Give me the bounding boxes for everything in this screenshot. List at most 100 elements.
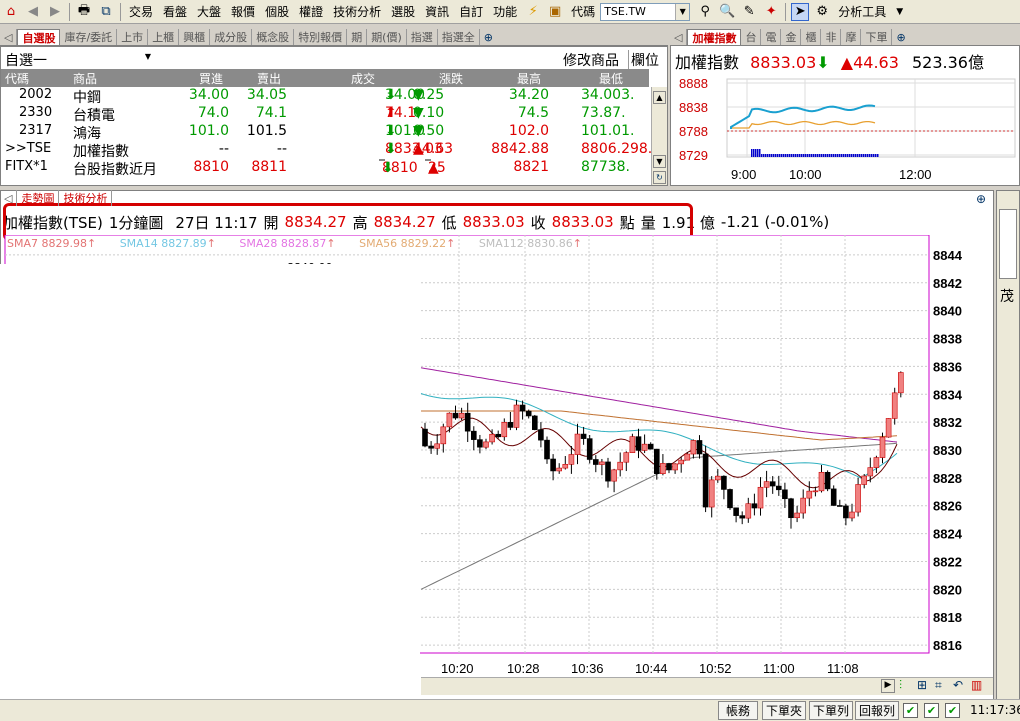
home-icon[interactable]: ⌂ (2, 3, 20, 21)
tab-trend[interactable]: 走勢圖 (17, 190, 60, 206)
col-last[interactable]: 成交 (351, 70, 375, 87)
menu-warrant[interactable]: 權證 (294, 3, 328, 20)
tab-otc[interactable]: 上櫃 (148, 29, 180, 45)
menu-info[interactable]: 資訊 (420, 3, 454, 20)
volume-bar (865, 154, 867, 157)
tab-concepts[interactable]: 概念股 (252, 29, 295, 45)
popup-icon[interactable]: ⧉ (97, 3, 115, 21)
tools-icon[interactable]: ✎ (740, 3, 758, 21)
table-row[interactable]: FITX*1 台股指數近月 8810 8811 8810 ⬇ ▲ 25 8821 87738. (1, 159, 649, 178)
chevron-down-icon[interactable]: ▼ (145, 52, 151, 61)
edit-items-button[interactable]: 修改商品 (563, 50, 619, 70)
tab-special-quote[interactable]: 特別報價 (294, 29, 348, 45)
volume-bar (791, 154, 793, 157)
chart-type-icon[interactable]: ⫶ (899, 678, 902, 693)
analysis-tools-button[interactable]: 分析工具 (833, 3, 891, 20)
print-icon[interactable]: 🖶 (75, 3, 93, 21)
check-icon[interactable]: ✔ (903, 703, 918, 718)
flash-icon[interactable]: ⚡ (524, 3, 542, 21)
tab-futures-price[interactable]: 期(價) (367, 29, 407, 45)
menu-function[interactable]: 功能 (488, 3, 522, 20)
col-low[interactable]: 最低 (599, 70, 623, 87)
chevron-down-icon[interactable]: ▼ (675, 3, 690, 20)
tab-nav-left-icon[interactable]: ◁ (0, 29, 18, 45)
refresh-icon[interactable]: ↻ (653, 171, 666, 184)
candle-down (751, 503, 758, 509)
tab-tai[interactable]: 台 (741, 29, 762, 45)
forward-icon[interactable]: ▶ (46, 3, 64, 21)
tab-emerging[interactable]: 興櫃 (179, 29, 211, 45)
zoom-icon[interactable]: ⊕ (892, 29, 909, 45)
menu-stock[interactable]: 個股 (260, 3, 294, 20)
table-row[interactable]: >>TSE 加權指數 -- -- 8833.03 ⬇ ▲ 44.63 8842.88 8806.… (1, 141, 652, 160)
candle-up (489, 433, 495, 443)
tab-electronics[interactable]: 電 (761, 29, 782, 45)
tab-futures[interactable]: 期 (347, 29, 368, 45)
scroll-right-icon[interactable]: ▶ (881, 679, 895, 693)
side-scroll-top[interactable] (999, 209, 1017, 279)
volume-bar (777, 154, 779, 157)
col-ask[interactable]: 賣出 (257, 70, 281, 87)
binoculars-icon[interactable]: ⚲ (696, 3, 714, 21)
menu-custom[interactable]: 自訂 (454, 3, 488, 20)
scroll-up-icon[interactable]: ▲ (653, 91, 666, 104)
chevron-down-icon[interactable]: ▼ (891, 7, 908, 17)
col-code[interactable]: 代碼 (5, 70, 29, 87)
tab-technical[interactable]: 技術分析 (59, 190, 113, 206)
intraday-chart[interactable]: 8888 8838 8788 8729 9:00 10:00 12:00 (671, 73, 1019, 185)
table-row[interactable]: 2317 鴻海 101.0 101.5 101.0 ⬇ ▼ 0.50 102.0 101.01. (1, 123, 649, 142)
search-icon[interactable]: 🔍 (718, 3, 736, 21)
col-bid[interactable]: 買進 (199, 70, 223, 87)
watchlist-scrollbar[interactable]: ▲ ▼ ↻ (651, 87, 667, 185)
symbol-input[interactable]: TSE.TW ▼ (600, 2, 691, 21)
check-icon[interactable]: ✔ (945, 703, 960, 718)
menu-watch[interactable]: 看盤 (158, 3, 192, 20)
tab-index-options-all[interactable]: 指選全 (438, 29, 480, 45)
undo-icon[interactable]: ↶ (953, 678, 963, 692)
zoom-in-icon[interactable]: ⊞ (917, 678, 927, 692)
check-icon[interactable]: ✔ (924, 703, 939, 718)
menu-screener[interactable]: 選股 (386, 3, 420, 20)
menu-trade[interactable]: 交易 (124, 3, 158, 20)
alert-icon[interactable]: ✦ (762, 3, 780, 21)
tab-inventory[interactable]: 庫存/委託 (60, 29, 118, 45)
columns-button[interactable]: 欄位 (628, 50, 659, 70)
zoom-icon[interactable]: ⊕ (976, 192, 986, 206)
order-bar-button[interactable]: 下單列 (809, 701, 853, 720)
report-bar-button[interactable]: 回報列 (855, 701, 899, 720)
candle-up (672, 463, 678, 471)
tab-listed[interactable]: 上市 (117, 29, 149, 45)
col-high[interactable]: 最高 (517, 70, 541, 87)
note-icon[interactable]: ▣ (546, 3, 564, 21)
indicator-icon[interactable]: ▥ (971, 678, 982, 692)
account-button[interactable]: 帳務 (718, 701, 758, 720)
tab-index-options[interactable]: 指選 (407, 29, 438, 45)
volume-bar (761, 154, 763, 157)
tab-taiex[interactable]: 加權指數 (687, 29, 742, 45)
crosshair-icon[interactable]: ⌗ (935, 678, 942, 693)
tab-non-finance[interactable]: 非 (821, 29, 842, 45)
tab-order[interactable]: 下單 (861, 29, 893, 45)
zoom-icon[interactable]: ⊕ (480, 29, 497, 45)
scroll-down-icon[interactable]: ▼ (653, 155, 666, 168)
tab-components[interactable]: 成分股 (210, 29, 253, 45)
cursor-icon[interactable]: ➤ (791, 2, 810, 21)
back-icon[interactable]: ◀ (24, 3, 42, 21)
table-row[interactable]: 2330 台積電 74.0 74.1 74.1 ⬆ ▼ 0.10 74.5 73.87. (1, 105, 649, 124)
tab-nav-left-icon[interactable]: ◁ (670, 29, 688, 45)
tab-watchlist[interactable]: 自選股 (17, 29, 61, 45)
menu-market[interactable]: 大盤 (192, 3, 226, 20)
tab-finance[interactable]: 金 (781, 29, 802, 45)
col-change[interactable]: 漲跌 (439, 70, 463, 87)
tab-msci[interactable]: 摩 (841, 29, 862, 45)
menu-quote[interactable]: 報價 (226, 3, 260, 20)
list-selector[interactable]: 自選一 ▼ (5, 50, 151, 69)
tab-nav-left-icon[interactable]: ◁ (0, 190, 18, 206)
menu-technical[interactable]: 技術分析 (328, 3, 386, 20)
col-name[interactable]: 商品 (73, 70, 97, 87)
table-row[interactable]: 2002 中鋼 34.00 34.05 34.00 ⬇ ▼ 0.25 34.20 34.003. (1, 87, 649, 106)
volume-bar (821, 154, 823, 157)
analysis-tools-icon[interactable]: ⚙ (813, 3, 831, 21)
tab-otc-index[interactable]: 櫃 (801, 29, 822, 45)
order-folder-button[interactable]: 下單夾 (762, 701, 806, 720)
